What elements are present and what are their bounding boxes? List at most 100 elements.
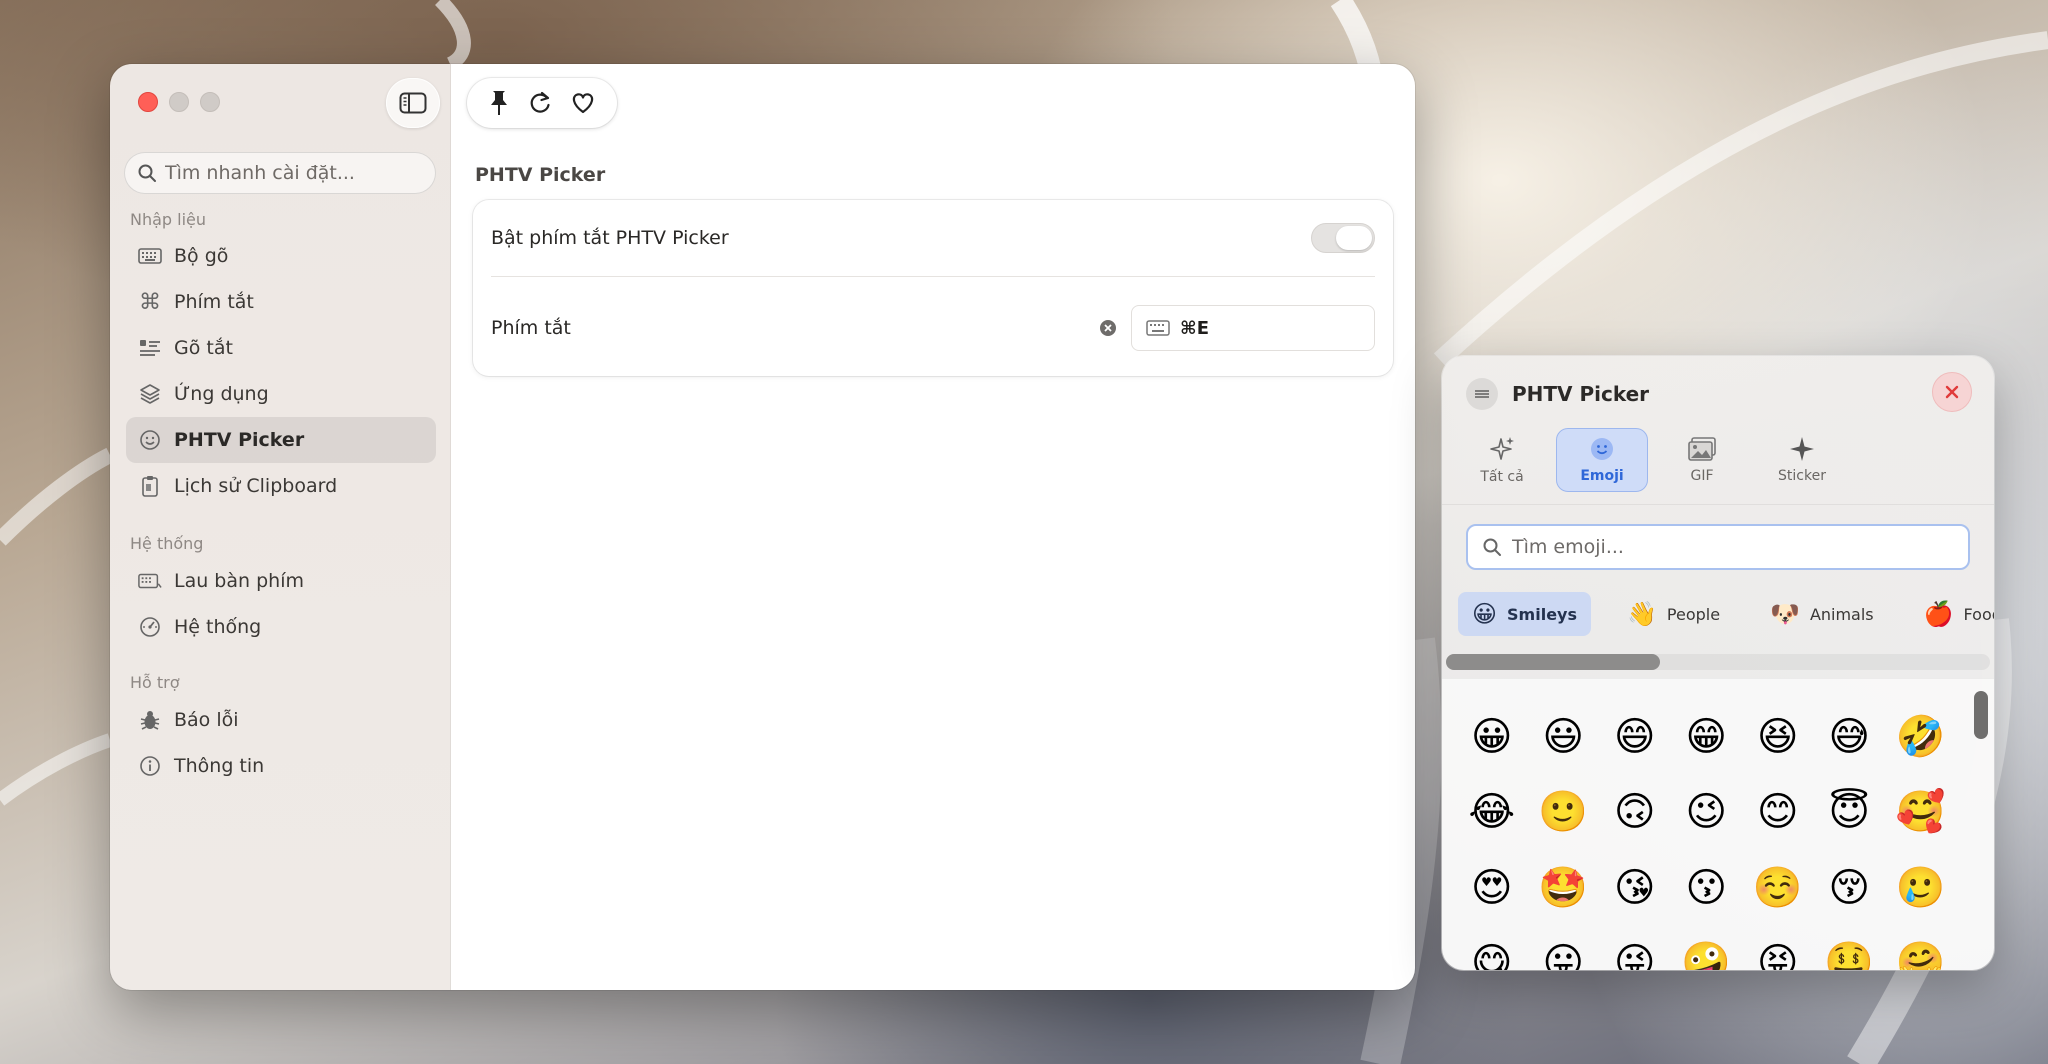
shortcut-row: Phím tắt ⌘E [491,280,1375,376]
sidebar-item-go-tat[interactable]: Gõ tắt [126,325,436,371]
sidebar-item-label: PHTV Picker [174,429,305,451]
sidebar-item-label: Phím tắt [174,291,254,313]
smiley-icon [138,428,162,452]
category-animals[interactable]: 🐶 Animals [1756,592,1888,636]
pin-button[interactable] [488,89,510,117]
sidebar-item-he-thong[interactable]: Hệ thống [126,604,436,650]
emoji-cell[interactable]: 😂 [1456,775,1528,851]
shortcut-recorder-field[interactable]: ⌘E [1131,305,1375,351]
clipboard-icon [138,474,162,498]
picker-title: PHTV Picker [1512,382,1650,406]
scrollbar-thumb[interactable] [1446,654,1660,670]
sidebar-item-ung-dung[interactable]: Ứng dụng [126,371,436,417]
emoji-cell[interactable]: 😜 [1599,926,1671,970]
tab-all[interactable]: Tất cả [1456,428,1548,492]
picker-header: PHTV Picker [1466,378,1649,410]
drag-handle[interactable] [1466,378,1498,410]
category-bar: 😀 Smileys 👋 People 🐶 Animals 🍎 Food [1458,592,1994,636]
emoji-cell[interactable]: 😃 [1528,699,1600,775]
emoji-cell[interactable]: ☺️ [1742,850,1814,926]
sidebar-item-thong-tin[interactable]: Thông tin [126,743,436,789]
emoji-cell[interactable]: 😆 [1742,699,1814,775]
enable-shortcut-toggle[interactable] [1311,223,1375,253]
enable-shortcut-label: Bật phím tắt PHTV Picker [491,227,729,249]
refresh-button[interactable] [527,90,553,116]
emoji-cell[interactable]: 😚 [1814,850,1886,926]
clear-shortcut-button[interactable] [1099,319,1117,337]
tab-label: Tất cả [1480,469,1524,485]
heart-icon [573,93,594,114]
emoji-cell[interactable]: 🥲 [1885,850,1957,926]
emoji-cell[interactable]: 🙃 [1599,775,1671,851]
emoji-cell[interactable]: 😀 [1456,699,1528,775]
text-list-icon [138,336,162,360]
settings-content: PHTV Picker Bật phím tắt PHTV Picker Phí… [451,64,1415,990]
tab-label: Sticker [1778,468,1826,484]
emoji-cell[interactable]: 🥰 [1885,775,1957,851]
close-window-button[interactable] [138,92,158,112]
star-sparkle-icon [1790,437,1814,461]
zoom-window-button[interactable] [200,92,220,112]
sidebar-toggle-button[interactable] [386,78,440,128]
shortcut-value: ⌘E [1180,317,1209,339]
emoji-cell[interactable]: 🤑 [1814,926,1886,970]
emoji-cell[interactable]: 🤩 [1528,850,1600,926]
clear-icon [1100,320,1116,336]
category-smileys[interactable]: 😀 Smileys [1458,592,1591,636]
emoji-cell[interactable]: 😘 [1599,850,1671,926]
emoji-search[interactable] [1466,524,1970,570]
sidebar-item-phim-tat[interactable]: ⌘ Phím tắt [126,279,436,325]
enable-shortcut-row: Bật phím tắt PHTV Picker [491,200,1375,277]
sidebar-item-label: Ứng dụng [174,383,269,405]
settings-search[interactable] [124,152,436,194]
sidebar-item-label: Lịch sử Clipboard [174,475,338,497]
emoji-face-icon [1591,438,1613,460]
tab-sticker[interactable]: Sticker [1756,428,1848,492]
sidebar: Nhập liệu Bộ gõ ⌘ Phím tắt Gõ tắt Ứng dụ… [110,64,451,990]
sidebar-item-phtv-picker[interactable]: PHTV Picker [126,417,436,463]
emoji-cell[interactable]: 😉 [1671,775,1743,851]
emoji-cell[interactable]: 😍 [1456,850,1528,926]
picker-close-button[interactable] [1932,372,1972,412]
emoji-cell[interactable]: 🙂 [1528,775,1600,851]
tab-gif[interactable]: GIF [1656,428,1748,492]
sidebar-item-label: Báo lỗi [174,709,239,731]
sidebar-icon [399,92,427,114]
emoji-cell[interactable]: 😝 [1742,926,1814,970]
sidebar-item-bo-go[interactable]: Bộ gõ [126,233,436,279]
emoji-cell[interactable]: 😄 [1599,699,1671,775]
sidebar-item-lau-ban-phim[interactable]: Lau bàn phím [126,558,436,604]
minimize-window-button[interactable] [169,92,189,112]
section-label-support: Hỗ trợ [130,673,180,692]
category-label: Smileys [1507,604,1577,624]
tab-emoji[interactable]: Emoji [1556,428,1648,492]
emoji-search-input[interactable] [1512,536,1952,558]
emoji-cell[interactable]: 🤗 [1885,926,1957,970]
sidebar-item-label: Gõ tắt [174,337,233,359]
bug-icon [138,708,162,732]
search-icon [138,164,156,182]
emoji-cell[interactable]: 😅 [1814,699,1886,775]
favorite-button[interactable] [570,91,596,115]
emoji-cell[interactable]: 😛 [1528,926,1600,970]
emoji-cell[interactable]: 😁 [1671,699,1743,775]
sidebar-item-clipboard-history[interactable]: Lịch sử Clipboard [126,463,436,509]
emoji-cell[interactable]: 😋 [1456,926,1528,970]
toggle-knob [1336,226,1372,250]
drag-lines-icon [1475,390,1489,398]
tab-label: Emoji [1580,468,1624,484]
settings-search-input[interactable] [165,162,425,184]
emoji-cell[interactable]: 😇 [1814,775,1886,851]
sidebar-item-bao-loi[interactable]: Báo lỗi [126,697,436,743]
emoji-grid-scrollbar[interactable] [1974,691,1988,739]
emoji-cell[interactable]: 😊 [1742,775,1814,851]
sparkles-icon [1490,437,1514,460]
emoji-cell[interactable]: 😗 [1671,850,1743,926]
emoji-cell[interactable]: 🤣 [1885,699,1957,775]
settings-window: Nhập liệu Bộ gõ ⌘ Phím tắt Gõ tắt Ứng dụ… [110,64,1415,990]
category-emoji: 🍎 [1923,600,1954,628]
emoji-cell[interactable]: 🤪 [1671,926,1743,970]
category-food[interactable]: 🍎 Food [1910,592,1994,636]
category-people[interactable]: 👋 People [1613,592,1734,636]
category-scrollbar[interactable] [1446,654,1990,670]
